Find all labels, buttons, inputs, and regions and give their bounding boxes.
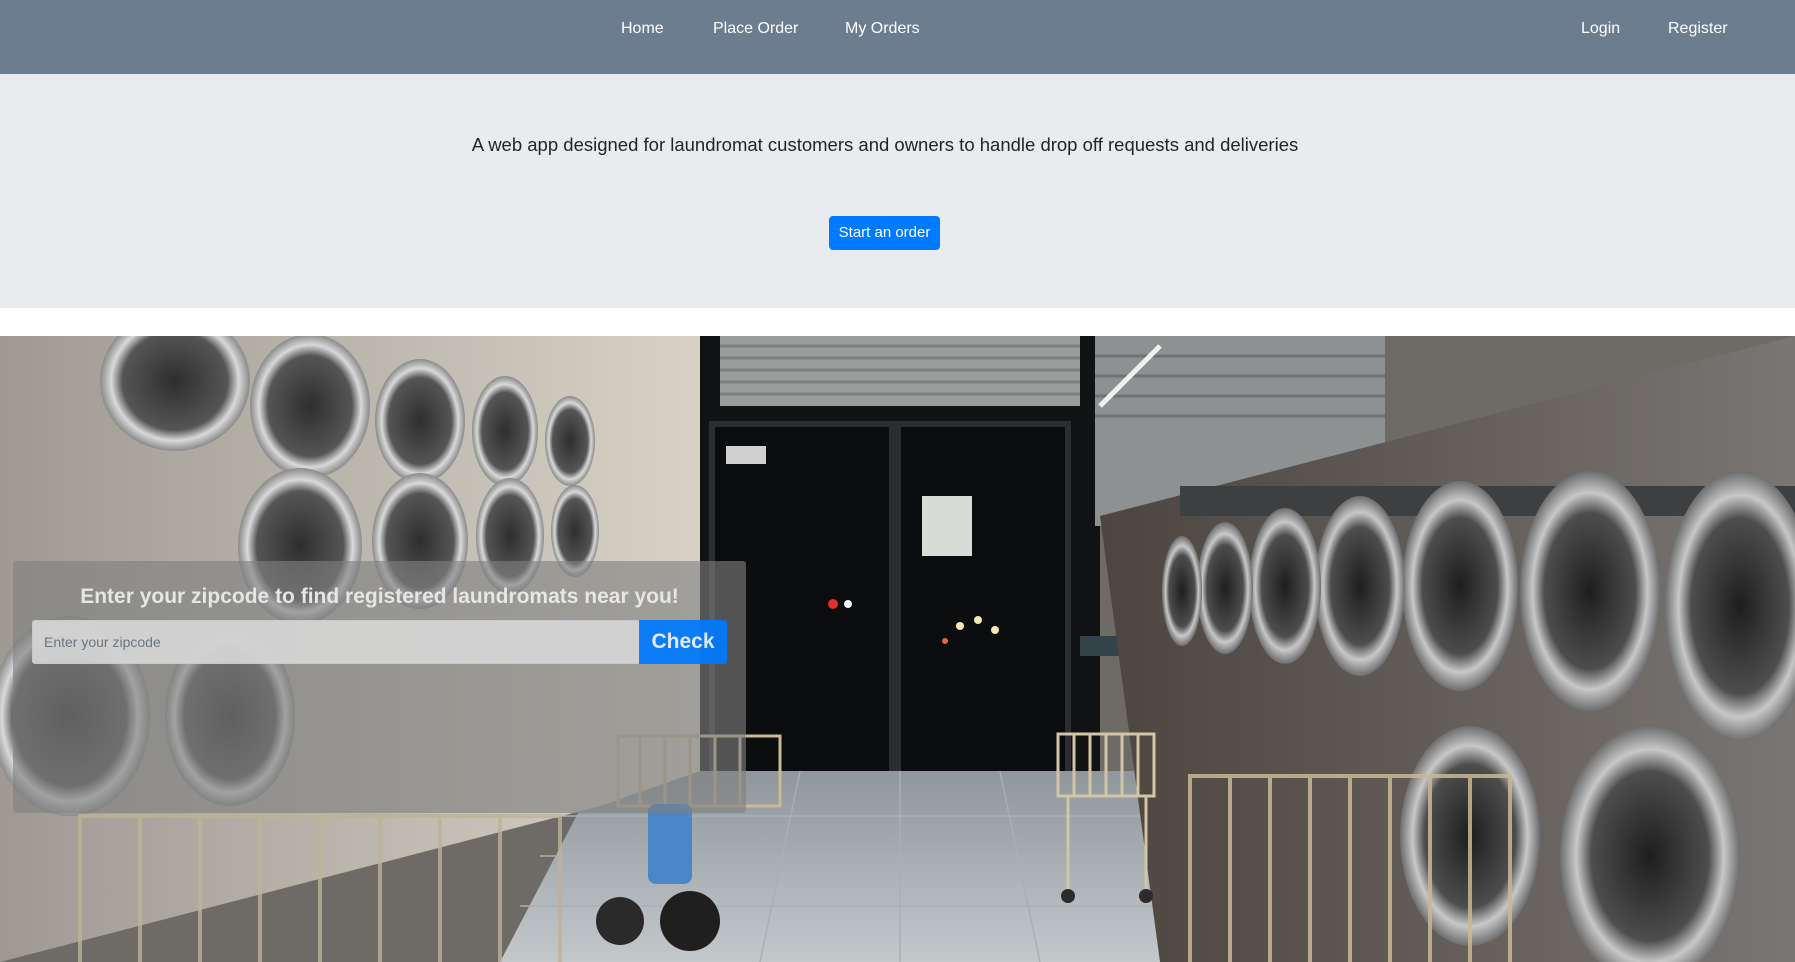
nav-login-link[interactable]: Login xyxy=(1581,18,1620,40)
top-navbar: Home Place Order My Orders Login Registe… xyxy=(0,0,1795,74)
zipcode-heading: Enter your zipcode to find registered la… xyxy=(80,585,679,608)
nav-place-order-link[interactable]: Place Order xyxy=(713,18,798,40)
jumbotron: A web app designed for laundromat custom… xyxy=(0,74,1795,308)
start-order-button[interactable]: Start an order xyxy=(829,216,940,250)
check-zipcode-button[interactable]: Check xyxy=(639,620,727,664)
zipcode-search-panel: Enter your zipcode to find registered la… xyxy=(13,561,746,813)
nav-register-link[interactable]: Register xyxy=(1668,18,1728,40)
zipcode-input[interactable] xyxy=(32,620,640,664)
app-tagline: A web app designed for laundromat custom… xyxy=(471,134,1299,155)
nav-home-link[interactable]: Home xyxy=(621,18,664,40)
nav-my-orders-link[interactable]: My Orders xyxy=(845,18,920,40)
